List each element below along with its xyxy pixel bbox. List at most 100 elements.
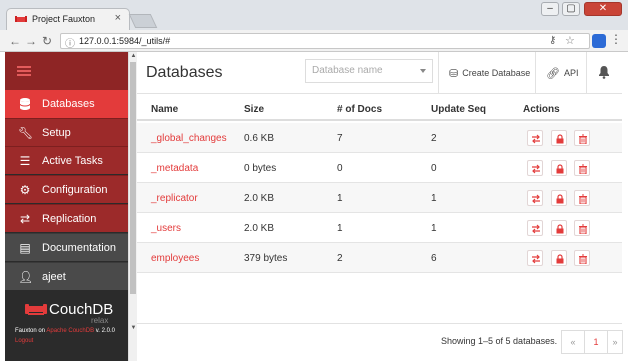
url-field[interactable]: ⓘ 127.0.0.1:5984/_utils/# ⚷ ☆: [60, 33, 590, 50]
sidebar-item-user[interactable]: 👤︎ ajeet: [5, 262, 128, 290]
lock-action-icon[interactable]: [551, 160, 567, 176]
back-icon[interactable]: ←: [9, 34, 21, 48]
sidebar-item-label: Configuration: [42, 184, 108, 196]
database-size: 379 bytes: [244, 253, 288, 264]
lock-action-icon[interactable]: [551, 220, 567, 236]
sidebar-item-databases[interactable]: Databases: [5, 90, 128, 118]
hamburger-icon[interactable]: [17, 66, 31, 78]
lock-action-icon[interactable]: [551, 190, 567, 206]
maximize-button[interactable]: ▢: [562, 2, 580, 16]
database-name-link[interactable]: _metadata: [151, 163, 198, 174]
bell-icon[interactable]: [598, 65, 610, 79]
page-header: Databases Database name ⛁ Create Database…: [137, 52, 622, 94]
tab-close-icon[interactable]: ×: [115, 12, 121, 24]
link-icon: 🔗︎: [546, 68, 560, 80]
create-database-label: Create Database: [462, 68, 531, 78]
browser-menu-icon[interactable]: ⋮: [610, 32, 622, 46]
trash-action-icon[interactable]: [574, 130, 590, 146]
pagination-prev[interactable]: «: [561, 330, 585, 354]
replicate-action-icon[interactable]: [527, 190, 543, 206]
sidebar-item-label: Replication: [42, 213, 97, 225]
sidebar-item-label: Documentation: [42, 242, 116, 254]
database-name-link[interactable]: employees: [151, 253, 199, 264]
browser-tab[interactable]: Project Fauxton ×: [6, 8, 130, 30]
api-label: API: [563, 68, 579, 78]
sidebar-item-configuration[interactable]: ⚙ Configuration: [5, 175, 128, 203]
sidebar-item-documentation[interactable]: ▤ Documentation: [5, 233, 128, 261]
database-update-seq: 1: [431, 193, 437, 204]
header-divider: [535, 52, 536, 94]
new-tab-button[interactable]: [128, 14, 158, 28]
address-bar: ← → ↻ ⓘ 127.0.0.1:5984/_utils/# ⚷ ☆ ⋮: [0, 30, 628, 52]
create-database-button[interactable]: ⛁ Create Database: [449, 67, 530, 80]
trash-action-icon[interactable]: [574, 220, 590, 236]
replicate-action-icon[interactable]: [527, 130, 543, 146]
browser-titlebar: Project Fauxton × – ▢ ✕: [0, 0, 628, 30]
trash-action-icon[interactable]: [574, 160, 590, 176]
header-divider: [438, 52, 439, 94]
sidebar-item-replication[interactable]: ⇄ Replication: [5, 204, 128, 232]
gear-icon: ⚙: [19, 183, 31, 197]
replicate-action-icon[interactable]: [527, 160, 543, 176]
sidebar-item-label: ajeet: [42, 271, 66, 283]
database-search-select[interactable]: Database name: [305, 59, 433, 83]
column-header-size[interactable]: Size: [244, 104, 264, 115]
sidebar-toggle[interactable]: [5, 52, 128, 90]
trash-action-icon[interactable]: [574, 250, 590, 266]
table-row: employees 379 bytes 2 6: [137, 243, 622, 273]
sidebar-item-label: Setup: [42, 127, 71, 139]
couchdb-link[interactable]: Apache CouchDB: [46, 328, 94, 334]
window-close-button[interactable]: ✕: [584, 2, 622, 16]
minimize-button[interactable]: –: [541, 2, 559, 16]
database-size: 0.6 KB: [244, 133, 275, 144]
sidebar: Databases 🔧︎ Setup ☰ Active Tasks ⚙ Conf…: [5, 52, 128, 361]
database-size: 0 bytes: [244, 163, 277, 174]
key-icon[interactable]: ⚷: [549, 35, 556, 46]
table-row: _replicator 2.0 KB 1 1: [137, 183, 622, 213]
api-button[interactable]: 🔗︎ API: [546, 67, 578, 80]
wrench-icon: 🔧︎: [18, 126, 34, 140]
lock-action-icon[interactable]: [551, 250, 567, 266]
pagination-summary: Showing 1–5 of 5 databases.: [441, 336, 558, 346]
lock-action-icon[interactable]: [551, 130, 567, 146]
forward-icon[interactable]: →: [25, 34, 37, 48]
replicate-action-icon[interactable]: [527, 220, 543, 236]
column-header-update-seq[interactable]: Update Seq: [431, 104, 486, 115]
scroll-thumb[interactable]: [130, 62, 136, 294]
table-row: _metadata 0 bytes 0 0: [137, 153, 622, 183]
database-update-seq: 0: [431, 163, 437, 174]
url-text: 127.0.0.1:5984/_utils/#: [79, 36, 171, 46]
tasks-icon: ☰: [19, 154, 31, 168]
couchdb-favicon-icon: [15, 16, 27, 22]
sidebar-item-setup[interactable]: 🔧︎ Setup: [5, 118, 128, 146]
table-row: _global_changes 0.6 KB 7 2: [137, 123, 622, 153]
database-size: 2.0 KB: [244, 193, 275, 204]
database-name-link[interactable]: _users: [151, 223, 181, 234]
bookmark-star-icon[interactable]: ☆: [565, 34, 575, 47]
table-footer: Showing 1–5 of 5 databases. « 1 »: [137, 323, 623, 361]
database-icon: [19, 98, 31, 110]
extension-icon[interactable]: [592, 34, 606, 48]
version-info: Fauxton on Apache CouchDB v. 2.0.0: [15, 328, 115, 334]
logout-link[interactable]: Logout: [15, 338, 33, 344]
database-plus-icon: ⛁: [449, 68, 459, 80]
table-header: Name Size # of Docs Update Seq Actions: [137, 95, 622, 121]
pagination-next[interactable]: »: [607, 330, 623, 354]
database-size: 2.0 KB: [244, 223, 275, 234]
database-name-link[interactable]: _global_changes: [151, 133, 227, 144]
reload-icon[interactable]: ↻: [42, 34, 52, 48]
database-name-link[interactable]: _replicator: [151, 193, 198, 204]
couchdb-logo-icon: [25, 304, 47, 315]
database-search-placeholder: Database name: [312, 65, 383, 76]
database-doc-count: 7: [337, 133, 343, 144]
column-header-name[interactable]: Name: [151, 104, 178, 115]
user-icon: 👤︎: [18, 270, 34, 284]
column-header-docs[interactable]: # of Docs: [337, 104, 382, 115]
sidebar-item-active-tasks[interactable]: ☰ Active Tasks: [5, 146, 128, 174]
sidebar-scrollbar[interactable]: ▲ ▼: [128, 52, 137, 361]
info-icon[interactable]: ⓘ: [65, 35, 75, 50]
trash-action-icon[interactable]: [574, 190, 590, 206]
sidebar-item-label: Databases: [42, 98, 95, 110]
pagination-page-1[interactable]: 1: [584, 330, 608, 354]
replicate-action-icon[interactable]: [527, 250, 543, 266]
